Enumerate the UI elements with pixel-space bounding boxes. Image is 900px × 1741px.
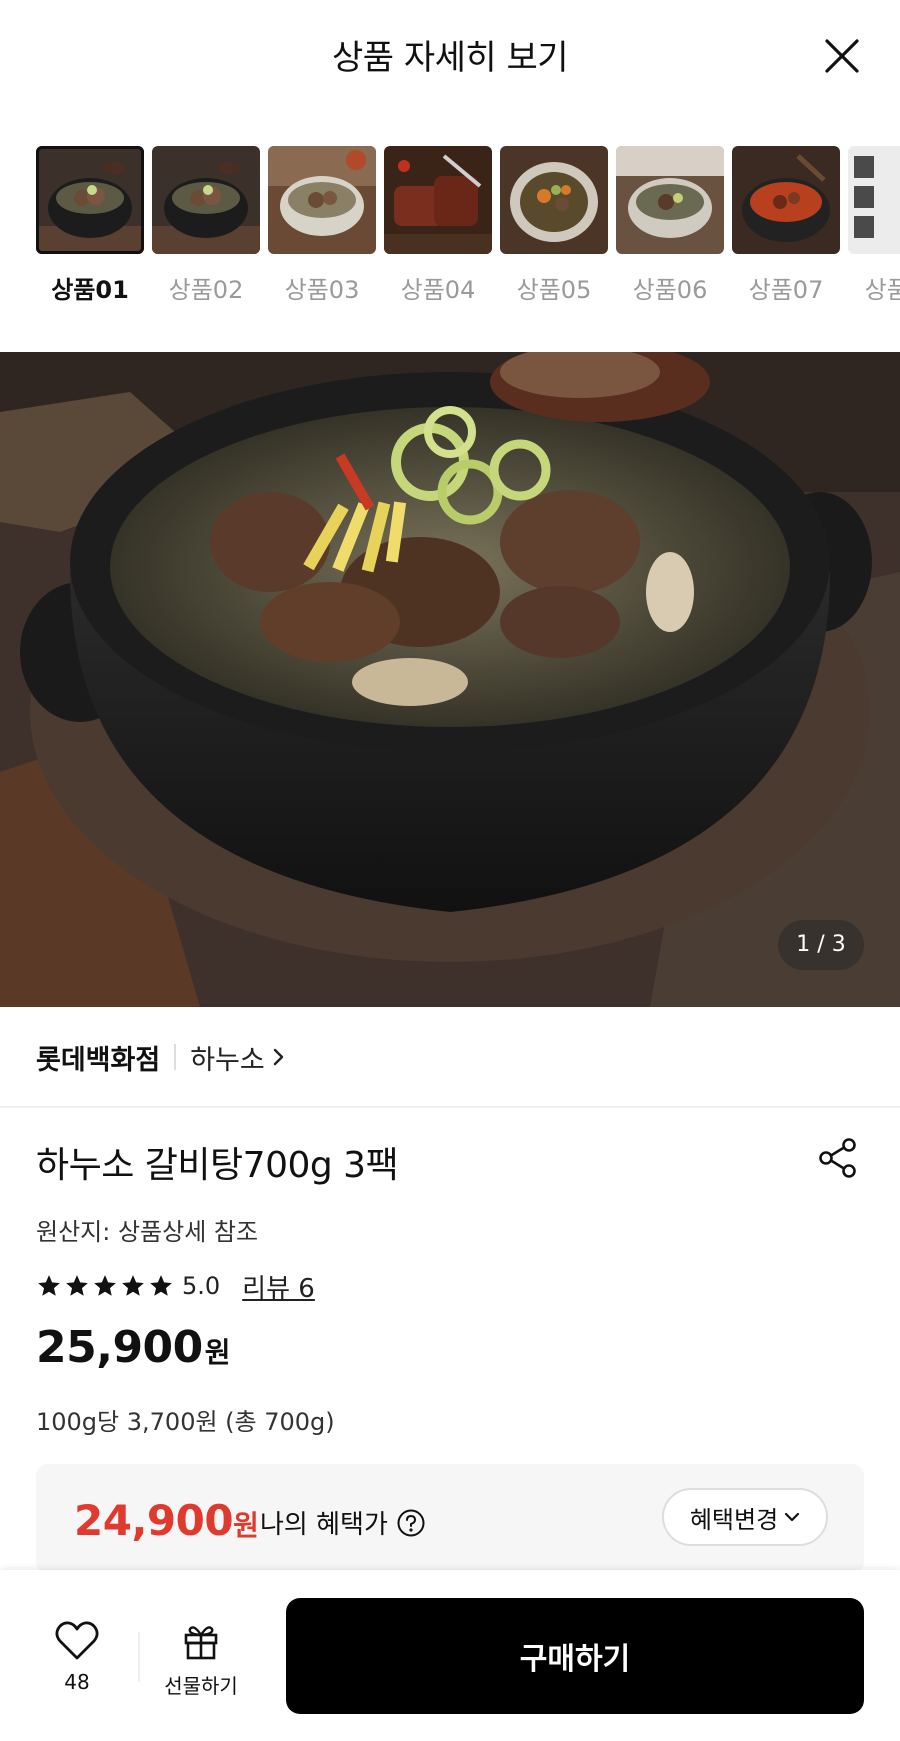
- benefit-box: 24,900원 나의 혜택가 혜택변경: [36, 1464, 864, 1574]
- image-counter: 1 / 3: [778, 920, 864, 970]
- thumbnail-image: [152, 146, 260, 254]
- thumbnail-image: [732, 146, 840, 254]
- change-benefit-label: 혜택변경: [689, 1505, 779, 1534]
- thumbnail-item[interactable]: 상품04: [384, 146, 492, 305]
- thumbnail-item[interactable]: 상품05: [500, 146, 608, 305]
- review-link[interactable]: 리뷰 6: [242, 1268, 315, 1305]
- thumbnail-label: 상품03: [284, 276, 360, 304]
- thumbnail-image: [36, 146, 144, 254]
- thumbnail-item[interactable]: 상품02: [152, 146, 260, 305]
- thumbnail-item[interactable]: 상품08: [848, 146, 900, 305]
- thumbnail-item[interactable]: 상품01: [36, 146, 144, 305]
- heart-icon: [55, 1621, 99, 1660]
- unit-price: 100g당 3,700원 (총 700g): [36, 1408, 335, 1436]
- thumbnail-label: 상품08: [864, 276, 900, 304]
- rating-stars: [36, 1273, 174, 1299]
- rating-row: 5.0 리뷰 6: [36, 1268, 315, 1304]
- thumbnail-label: 상품02: [168, 276, 244, 304]
- product-photo: [0, 352, 900, 1007]
- thumbnail-item[interactable]: 상품07: [732, 146, 840, 305]
- benefit-label: 나의 혜택가: [260, 1510, 388, 1540]
- share-button[interactable]: [816, 1136, 860, 1180]
- product-title: 하누소 갈비탕700g 3팩: [36, 1145, 399, 1186]
- thumbnail-item[interactable]: 상품06: [616, 146, 724, 305]
- bottom-divider: [138, 1632, 140, 1682]
- change-benefit-button[interactable]: 혜택변경: [662, 1488, 828, 1546]
- benefit-label-row: 나의 혜택가: [260, 1504, 426, 1541]
- main-product-image[interactable]: 1 / 3: [0, 352, 900, 1007]
- help-icon[interactable]: [396, 1508, 426, 1538]
- benefit-price-value: 24,900: [74, 1496, 234, 1545]
- star-icon: [66, 1275, 88, 1296]
- chevron-down-icon: [785, 1512, 800, 1522]
- price-value: 25,900: [36, 1322, 203, 1373]
- thumbnail-image: [500, 146, 608, 254]
- thumbnail-image: [616, 146, 724, 254]
- thumbnail-label: 상품07: [748, 276, 824, 304]
- brand-name: 하누소: [190, 1044, 265, 1076]
- star-icon: [150, 1275, 172, 1296]
- gift-label: 선물하기: [164, 1674, 238, 1698]
- section-divider: [0, 1106, 900, 1108]
- share-icon: [819, 1138, 856, 1178]
- like-button[interactable]: 48: [50, 1620, 104, 1694]
- like-count: 48: [64, 1670, 90, 1694]
- thumbnail-strip[interactable]: 상품01 상품02 상품03 상품04 상품05 상품06 상품07 상품: [0, 146, 900, 316]
- store-row: 롯데백화점 하누소: [36, 1036, 287, 1078]
- benefit-price: 24,900원: [74, 1496, 259, 1545]
- star-icon: [122, 1275, 144, 1296]
- close-button[interactable]: [822, 36, 862, 76]
- buy-button[interactable]: 구매하기: [286, 1598, 864, 1714]
- header: 상품 자세히 보기: [0, 0, 900, 112]
- page-title: 상품 자세히 보기: [331, 38, 569, 78]
- thumbnail-label: 상품01: [51, 276, 129, 304]
- star-icon: [94, 1275, 116, 1296]
- rating-value: 5.0: [182, 1272, 221, 1300]
- store-divider: [174, 1044, 177, 1070]
- thumbnail-label: 상품06: [632, 276, 708, 304]
- product-price: 25,900원: [36, 1322, 231, 1373]
- gift-icon: [184, 1626, 218, 1660]
- chevron-right-icon: [273, 1048, 283, 1066]
- gift-button[interactable]: 선물하기: [160, 1620, 242, 1699]
- close-icon: [825, 39, 859, 73]
- benefit-price-unit: 원: [233, 1509, 259, 1542]
- store-name: 롯데백화점: [36, 1044, 161, 1076]
- origin-text: 원산지: 상품상세 참조: [36, 1218, 259, 1246]
- thumbnail-image: [268, 146, 376, 254]
- thumbnail-label: 상품05: [516, 276, 592, 304]
- thumbnail-image: [848, 146, 900, 254]
- bottom-action-bar: 48 선물하기 구매하기: [0, 1570, 900, 1741]
- star-icon: [38, 1275, 60, 1296]
- thumbnail-label: 상품04: [400, 276, 476, 304]
- brand-link[interactable]: 하누소: [190, 1038, 287, 1077]
- price-unit: 원: [204, 1336, 231, 1369]
- thumbnail-image: [384, 146, 492, 254]
- thumbnail-item[interactable]: 상품03: [268, 146, 376, 305]
